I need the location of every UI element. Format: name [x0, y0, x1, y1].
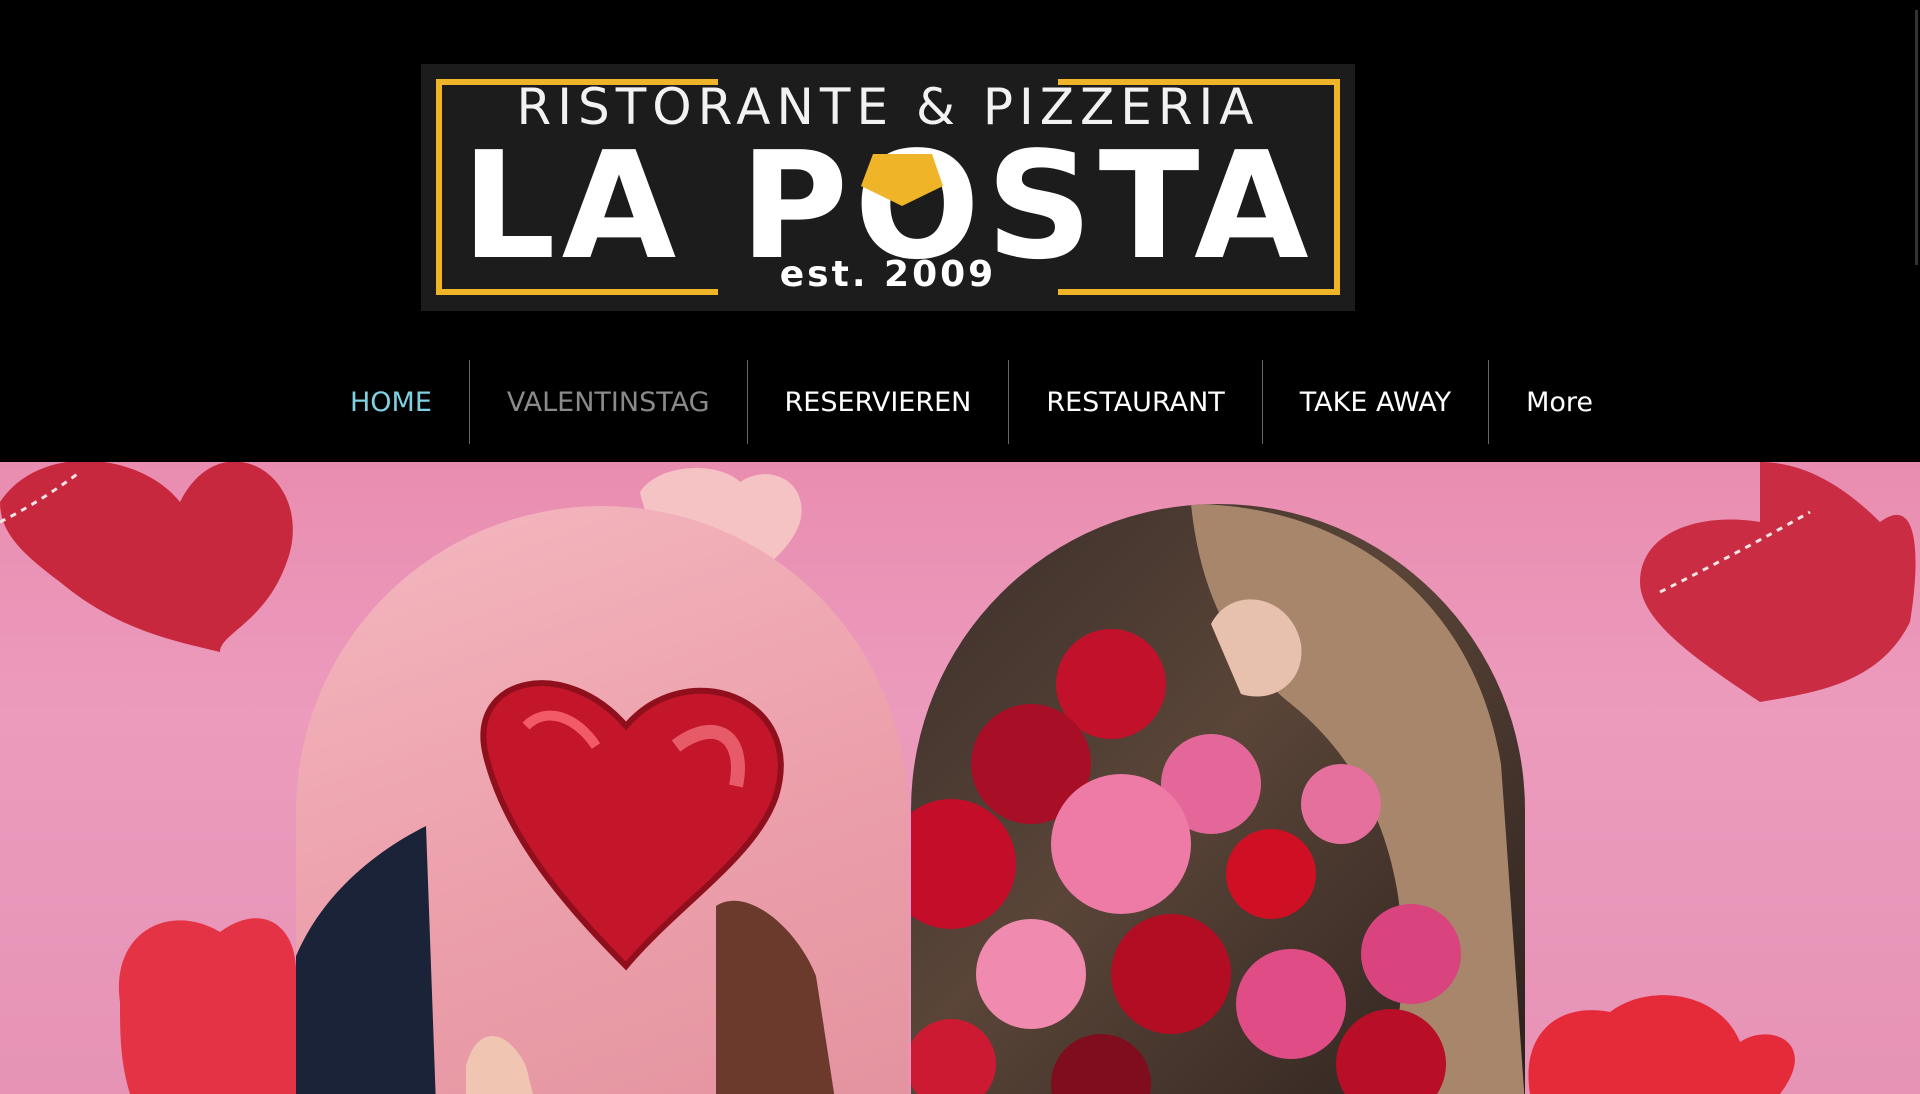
- heart-top-left-icon: [0, 462, 293, 652]
- valentine-hero: [0, 462, 1920, 1094]
- heart-bottom-right-icon: [1528, 995, 1795, 1094]
- woman-roses-arch-image: [911, 504, 1525, 1094]
- scroll-edge: [1915, 10, 1918, 265]
- nav-home[interactable]: HOME: [313, 360, 469, 444]
- nav-more[interactable]: More: [1488, 360, 1630, 444]
- nav-reservieren[interactable]: RESERVIEREN: [746, 360, 1009, 444]
- heart-bottom-left-icon: [118, 918, 297, 1094]
- heart-top-right-icon: [1640, 462, 1916, 702]
- site-header: RISTORANTE & PIZZERIA LA POSTA est. 2009…: [0, 0, 1920, 462]
- main-nav: HOME VALENTINSTAG RESERVIEREN RESTAURANT…: [313, 360, 1630, 444]
- roses-icon: [911, 504, 1525, 1094]
- nav-valentinstag[interactable]: VALENTINSTAG: [468, 360, 747, 444]
- nav-take-away[interactable]: TAKE AWAY: [1261, 360, 1488, 444]
- site-logo[interactable]: RISTORANTE & PIZZERIA LA POSTA est. 2009: [421, 64, 1355, 311]
- logo-est: est. 2009: [779, 254, 997, 295]
- nav-restaurant[interactable]: RESTAURANT: [1008, 360, 1261, 444]
- couple-arch-image: [296, 506, 908, 1094]
- heart-balloon-icon: [296, 680, 835, 1094]
